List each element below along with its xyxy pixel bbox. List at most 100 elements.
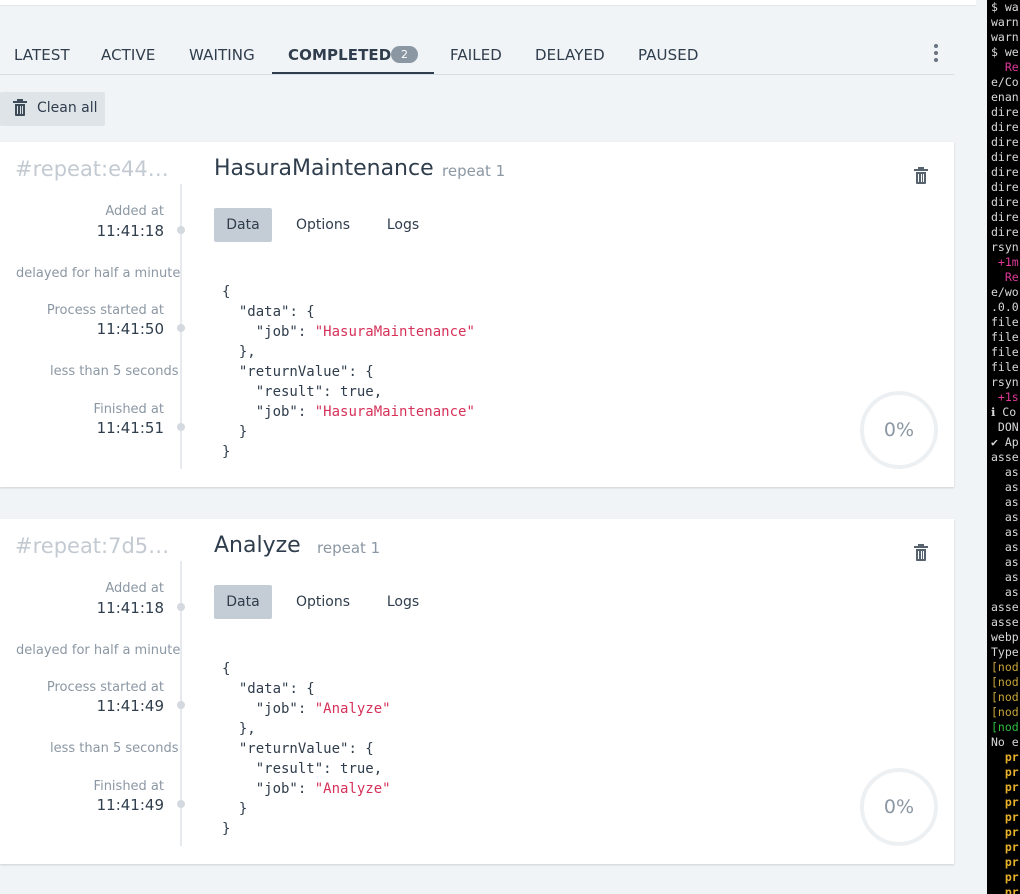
job-id: #repeat:e44… <box>15 157 169 181</box>
added-time: 11:41:18 <box>96 599 164 617</box>
terminal-line: dire <box>991 225 1019 239</box>
subtab-data[interactable]: Data <box>214 585 272 619</box>
terminal-line: pr <box>991 855 1019 869</box>
progress-circle: 0% <box>860 768 938 846</box>
timeline-dot <box>177 226 185 234</box>
terminal-line: asse <box>991 600 1019 614</box>
terminal-line: $ we <box>991 45 1019 59</box>
terminal-line: [nod <box>991 675 1019 689</box>
finished-time: 11:41:51 <box>96 419 164 437</box>
terminal-panel: $ wa warn warn $ we Re e/Co enan dire dire dire d… <box>987 0 1020 894</box>
job-repeat-count: repeat 1 <box>442 162 506 180</box>
terminal-line: file <box>991 345 1019 359</box>
terminal-line: Type <box>991 645 1019 659</box>
terminal-line: file <box>991 330 1019 344</box>
terminal-line: warn <box>991 30 1019 44</box>
terminal-line: enan <box>991 90 1019 104</box>
started-label: Process started at <box>46 680 164 695</box>
status-tabs: LATEST ACTIVE WAITING COMPLETED FAILED D… <box>0 38 954 75</box>
terminal-line: file <box>991 360 1019 374</box>
timeline-dot <box>177 324 185 332</box>
added-label: Added at <box>105 204 164 219</box>
delay-note: delayed for half a minute <box>16 266 181 281</box>
terminal-line: Re <box>991 60 1019 74</box>
terminal-line: warn <box>991 15 1019 29</box>
terminal-line: asse <box>991 450 1019 464</box>
terminal-line: dire <box>991 120 1019 134</box>
terminal-line: as <box>991 480 1019 494</box>
terminal-line: as <box>991 570 1019 584</box>
terminal-line: e/wo <box>991 285 1019 299</box>
terminal-line: pr <box>991 780 1019 794</box>
terminal-line: pr <box>991 765 1019 779</box>
job-name: HasuraMaintenance <box>214 156 434 181</box>
subtab-options[interactable]: Options <box>290 585 356 619</box>
subtab-options[interactable]: Options <box>290 208 356 242</box>
terminal-line: as <box>991 525 1019 539</box>
subtab-logs[interactable]: Logs <box>380 208 426 242</box>
terminal-line: DON <box>991 420 1019 434</box>
terminal-line: file <box>991 315 1019 329</box>
terminal-line: asse <box>991 615 1019 629</box>
tab-completed[interactable]: COMPLETED <box>288 46 391 64</box>
terminal-line: as <box>991 585 1019 599</box>
subtab-logs[interactable]: Logs <box>380 585 426 619</box>
terminal-line: dire <box>991 135 1019 149</box>
tab-latest[interactable]: LATEST <box>14 46 70 64</box>
terminal-line: [nod <box>991 690 1019 704</box>
active-tab-indicator <box>272 72 434 74</box>
terminal-line: dire <box>991 195 1019 209</box>
tab-waiting[interactable]: WAITING <box>189 46 255 64</box>
finished-label: Finished at <box>93 402 164 417</box>
terminal-line: pr <box>991 750 1019 764</box>
terminal-line: ℹ Co <box>991 405 1017 419</box>
tab-paused[interactable]: PAUSED <box>638 46 698 64</box>
terminal-line: pr <box>991 870 1019 884</box>
duration-note: less than 5 seconds <box>50 364 179 379</box>
job-data-json: { "data": { "job": "Analyze" }, "returnV… <box>222 661 391 837</box>
subtab-data[interactable]: Data <box>214 208 272 242</box>
delete-job-icon[interactable] <box>914 167 928 184</box>
job-id: #repeat:7d5… <box>15 534 170 558</box>
tab-delayed[interactable]: DELAYED <box>535 46 605 64</box>
progress-circle: 0% <box>860 391 938 469</box>
job-data-json: { "data": { "job": "HasuraMaintenance" }… <box>222 284 475 460</box>
tab-failed[interactable]: FAILED <box>450 46 502 64</box>
job-card: #repeat:e44… HasuraMaintenance repeat 1 … <box>0 142 954 487</box>
timeline-dot <box>177 423 185 431</box>
finished-time: 11:41:49 <box>96 796 164 814</box>
clean-all-button[interactable]: Clean all <box>0 92 105 126</box>
terminal-line: as <box>991 510 1019 524</box>
trash-icon <box>13 99 27 116</box>
terminal-line: dire <box>991 210 1019 224</box>
terminal-line: pr <box>991 885 1019 894</box>
top-bar <box>0 0 976 6</box>
delay-note: delayed for half a minute <box>16 643 181 658</box>
terminal-line: as <box>991 495 1019 509</box>
terminal-line: [nod <box>991 705 1019 719</box>
timeline-dot <box>177 701 185 709</box>
timeline-dot <box>177 800 185 808</box>
terminal-line: rsyn <box>991 240 1019 254</box>
finished-label: Finished at <box>93 779 164 794</box>
delete-job-icon[interactable] <box>914 544 928 561</box>
terminal-line: dire <box>991 180 1019 194</box>
started-time: 11:41:50 <box>96 320 164 338</box>
terminal-line: rsyn <box>991 375 1019 389</box>
duration-note: less than 5 seconds <box>50 741 179 756</box>
clean-all-label: Clean all <box>37 100 98 116</box>
terminal-line: dire <box>991 150 1019 164</box>
terminal-line: .0.0 <box>991 300 1019 314</box>
terminal-line: ✔ Ap <box>991 435 1019 449</box>
added-time: 11:41:18 <box>96 222 164 240</box>
job-repeat-count: repeat 1 <box>317 539 381 557</box>
terminal-line: +1m <box>991 255 1019 269</box>
terminal-line: [nod <box>991 660 1019 674</box>
terminal-line: [nod <box>991 720 1019 734</box>
timeline-dot <box>177 603 185 611</box>
more-options-icon[interactable] <box>932 44 940 64</box>
added-label: Added at <box>105 581 164 596</box>
terminal-line: webp <box>991 630 1019 644</box>
terminal-line: dire <box>991 165 1019 179</box>
tab-active[interactable]: ACTIVE <box>101 46 155 64</box>
